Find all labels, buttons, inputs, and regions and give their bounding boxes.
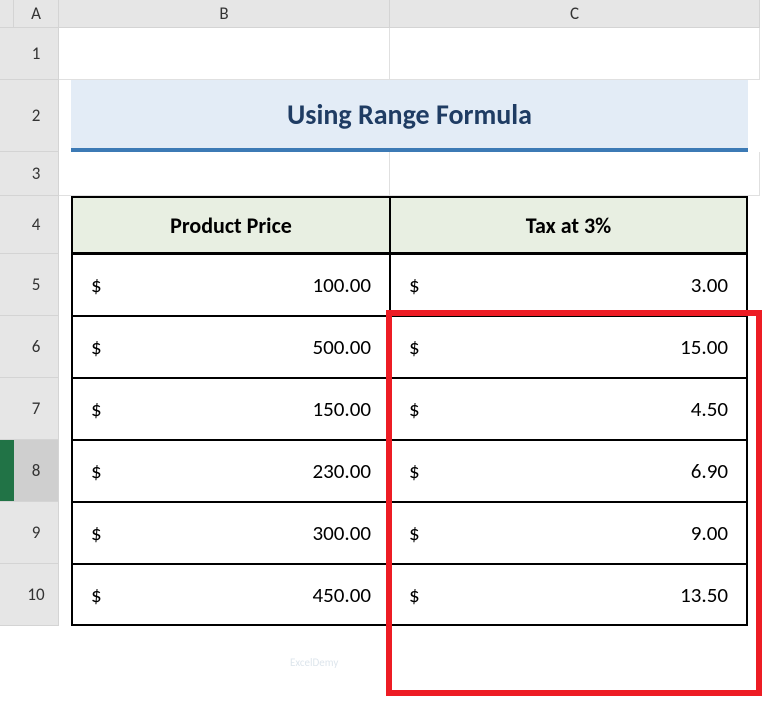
row-gutter-2 [0, 80, 14, 152]
currency-symbol: $ [91, 272, 102, 298]
currency-symbol: $ [409, 396, 420, 422]
row-header-8[interactable]: 8 [14, 440, 59, 502]
currency-symbol: $ [409, 334, 420, 360]
watermark: ExcelDemy [290, 656, 338, 669]
price-value: 100.00 [312, 272, 371, 298]
price-value: 300.00 [312, 520, 371, 546]
tax-value: 6.90 [691, 458, 728, 484]
row-gutter-6 [0, 316, 14, 378]
cell-B4[interactable]: Product Price [59, 196, 390, 254]
row-header-4[interactable]: 4 [14, 196, 59, 254]
currency-symbol: $ [409, 458, 420, 484]
cell-C7[interactable]: $4.50 [390, 378, 760, 440]
tax-value: 15.00 [680, 334, 728, 360]
currency-symbol: $ [409, 272, 420, 298]
row-header-10[interactable]: 10 [14, 564, 59, 626]
row-gutter-4 [0, 196, 14, 254]
row-gutter-9 [0, 502, 14, 564]
price-value: 150.00 [312, 396, 371, 422]
spreadsheet-grid: A B C 1 2 Using Range Formula 3 4 Produc… [0, 0, 768, 626]
row-gutter-3 [0, 152, 14, 196]
tax-value: 9.00 [691, 520, 728, 546]
col-header-C[interactable]: C [390, 0, 760, 28]
row-gutter-10 [0, 564, 14, 626]
sheet-title: Using Range Formula [71, 80, 748, 152]
currency-symbol: $ [409, 582, 420, 608]
row-gutter-1 [0, 28, 14, 80]
tax-value: 3.00 [691, 272, 728, 298]
cell-C3[interactable] [390, 152, 760, 196]
cell-C8[interactable]: $6.90 [390, 440, 760, 502]
header-product-price: Product Price [71, 196, 390, 254]
cell-B9[interactable]: $300.00 [59, 502, 390, 564]
cell-C5[interactable]: $3.00 [390, 254, 760, 316]
price-value: 230.00 [312, 458, 371, 484]
cell-B3[interactable] [59, 152, 390, 196]
cell-C9[interactable]: $9.00 [390, 502, 760, 564]
currency-symbol: $ [91, 582, 102, 608]
cell-C4[interactable]: Tax at 3% [390, 196, 760, 254]
cell-B7[interactable]: $150.00 [59, 378, 390, 440]
row-header-6[interactable]: 6 [14, 316, 59, 378]
col-header-B[interactable]: B [59, 0, 390, 28]
cell-B6[interactable]: $500.00 [59, 316, 390, 378]
row-header-1[interactable]: 1 [14, 28, 59, 80]
cell-B10[interactable]: $450.00 [59, 564, 390, 626]
title-merged-cell[interactable]: Using Range Formula [59, 80, 760, 152]
header-tax: Tax at 3% [390, 196, 748, 254]
row-gutter-8 [0, 440, 14, 502]
price-value: 450.00 [312, 582, 371, 608]
tax-value: 4.50 [691, 396, 728, 422]
currency-symbol: $ [91, 396, 102, 422]
select-all-corner[interactable] [0, 0, 14, 28]
currency-symbol: $ [91, 334, 102, 360]
row-header-9[interactable]: 9 [14, 502, 59, 564]
cell-C6[interactable]: $15.00 [390, 316, 760, 378]
cell-C10[interactable]: $13.50 [390, 564, 760, 626]
cell-B1[interactable] [59, 28, 390, 80]
tax-value: 13.50 [680, 582, 728, 608]
row-header-3[interactable]: 3 [14, 152, 59, 196]
currency-symbol: $ [409, 520, 420, 546]
row-header-7[interactable]: 7 [14, 378, 59, 440]
row-header-5[interactable]: 5 [14, 254, 59, 316]
row-gutter-7 [0, 378, 14, 440]
col-header-A[interactable]: A [14, 0, 59, 28]
cell-B5[interactable]: $100.00 [59, 254, 390, 316]
currency-symbol: $ [91, 458, 102, 484]
price-value: 500.00 [312, 334, 371, 360]
row-gutter-5 [0, 254, 14, 316]
row-header-2[interactable]: 2 [14, 80, 59, 152]
currency-symbol: $ [91, 520, 102, 546]
cell-B8[interactable]: $230.00 [59, 440, 390, 502]
cell-C1[interactable] [390, 28, 760, 80]
